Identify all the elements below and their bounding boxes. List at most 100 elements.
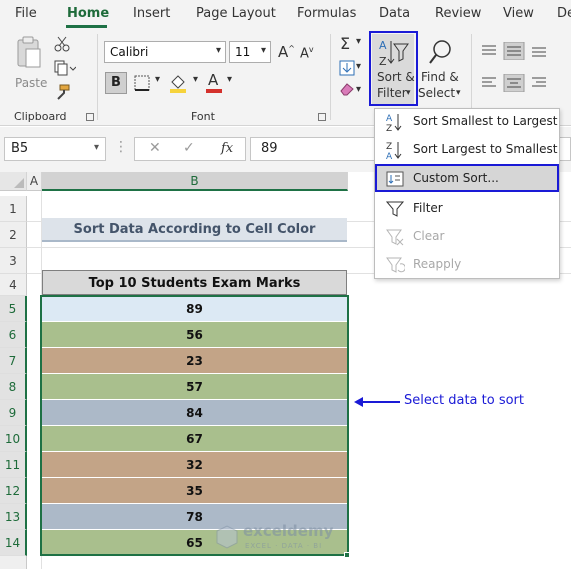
column-header-b[interactable]: B: [42, 172, 348, 191]
font-name-select[interactable]: Calibri ▾: [104, 41, 226, 63]
paste-icon: [17, 36, 41, 68]
sort-filter-menu: A Z Sort Smallest to Largest Z A Sort La…: [374, 108, 560, 279]
group-divider: [330, 34, 331, 120]
chevron-down-icon[interactable]: ▾: [356, 36, 361, 47]
mark-cell[interactable]: 84: [42, 400, 347, 426]
menu-item-sort-ascending[interactable]: A Z Sort Smallest to Largest: [375, 109, 559, 135]
insert-function-icon[interactable]: fx: [221, 141, 233, 156]
chevron-down-icon[interactable]: ▾: [193, 74, 198, 85]
tab-developer[interactable]: De: [557, 6, 571, 21]
magnifier-icon: [429, 40, 451, 64]
tab-page-layout[interactable]: Page Layout: [196, 6, 276, 21]
decrease-font-icon[interactable]: Av: [300, 45, 314, 61]
menu-item-label: Reapply: [413, 257, 462, 271]
row-header[interactable]: 3: [0, 248, 27, 274]
font-color-icon[interactable]: A: [205, 70, 223, 94]
svg-text:Z: Z: [386, 124, 392, 132]
tab-insert[interactable]: Insert: [133, 6, 170, 21]
clipboard-launcher-icon[interactable]: [86, 113, 94, 121]
font-name-value: Calibri: [110, 45, 149, 59]
vertical-align-icons[interactable]: [480, 42, 570, 60]
column-header-a[interactable]: A: [27, 172, 42, 191]
chevron-down-icon[interactable]: ▾: [227, 74, 232, 85]
menu-bar: File Home Insert Page Layout Formulas Da…: [0, 0, 571, 28]
tab-data[interactable]: Data: [379, 6, 410, 21]
increase-font-icon[interactable]: A^: [278, 43, 295, 61]
mark-cell[interactable]: 23: [42, 348, 347, 374]
enter-icon[interactable]: ✓: [183, 140, 195, 156]
bold-label: B: [111, 75, 121, 90]
row-header[interactable]: 7: [0, 348, 27, 374]
clear-filter-icon: [386, 229, 404, 246]
cancel-icon[interactable]: ✕: [149, 140, 161, 156]
row-header[interactable]: 12: [0, 478, 27, 504]
chevron-down-icon[interactable]: ▾: [356, 84, 361, 95]
font-launcher-icon[interactable]: [318, 113, 326, 121]
tab-view[interactable]: View: [503, 6, 534, 21]
row-header[interactable]: 8: [0, 374, 27, 400]
bold-button[interactable]: B: [105, 72, 127, 94]
find-select-label-2: Select: [418, 86, 456, 100]
row-header[interactable]: 2: [0, 222, 27, 248]
mark-cell[interactable]: 89: [42, 296, 347, 322]
tab-review[interactable]: Review: [435, 6, 481, 21]
select-all-corner[interactable]: [0, 172, 27, 191]
fill-down-icon[interactable]: [339, 60, 355, 76]
chevron-down-icon: ▾: [260, 45, 266, 56]
sort-ascending-icon: A Z: [386, 114, 402, 132]
table-header-cell[interactable]: Top 10 Students Exam Marks: [42, 270, 347, 295]
tab-formulas[interactable]: Formulas: [297, 6, 356, 21]
tab-home[interactable]: Home: [67, 6, 109, 21]
menu-item-label: Clear: [413, 229, 445, 243]
format-painter-icon[interactable]: [54, 84, 70, 100]
paste-button[interactable]: Paste: [12, 34, 48, 96]
row-header[interactable]: 13: [0, 504, 27, 530]
row-header[interactable]: 14: [0, 530, 27, 556]
menu-item-sort-descending[interactable]: Z A Sort Largest to Smallest: [375, 137, 559, 163]
name-box[interactable]: B5 ▾: [4, 137, 106, 161]
svg-text:A: A: [386, 114, 393, 124]
font-size-select[interactable]: 11 ▾: [229, 41, 271, 63]
watermark-mark: [216, 525, 238, 549]
drag-handle-icon[interactable]: ⋮: [114, 139, 128, 155]
mark-cell[interactable]: 67: [42, 426, 347, 452]
title-cell[interactable]: Sort Data According to Cell Color: [42, 218, 347, 242]
name-box-value: B5: [11, 141, 29, 156]
menu-item-label: Sort Smallest to Largest: [413, 114, 558, 128]
row-header[interactable]: 9: [0, 400, 27, 426]
row-header[interactable]: 11: [0, 452, 27, 478]
svg-text:A: A: [386, 152, 393, 160]
mark-cell[interactable]: 32: [42, 452, 347, 478]
eraser-icon[interactable]: [339, 82, 355, 96]
autosum-icon[interactable]: Σ: [340, 34, 350, 53]
row-header[interactable]: 10: [0, 426, 27, 452]
fill-color-icon[interactable]: [168, 72, 190, 94]
menu-item-filter[interactable]: Filter: [375, 196, 559, 222]
find-select-button[interactable]: Find & Select ▾: [418, 34, 464, 104]
font-color-glyph: A: [208, 71, 219, 89]
row-header[interactable]: 5: [0, 296, 27, 322]
row-header[interactable]: 6: [0, 322, 27, 348]
menu-item-clear: Clear: [375, 224, 559, 250]
mark-cell[interactable]: 35: [42, 478, 347, 504]
chevron-down-icon: ▾: [456, 88, 461, 98]
mark-cell[interactable]: 56: [42, 322, 347, 348]
menu-item-reapply: Reapply: [375, 252, 559, 278]
paste-label: Paste: [15, 76, 48, 90]
tab-file[interactable]: File: [15, 6, 37, 21]
chevron-down-icon[interactable]: ▾: [155, 74, 160, 85]
group-divider: [97, 34, 98, 120]
cut-icon[interactable]: [54, 36, 70, 52]
row-header[interactable]: 4: [0, 274, 27, 296]
menu-item-label: Sort Largest to Smallest: [413, 142, 558, 156]
formula-controls: ✕ ✓ fx: [134, 137, 246, 161]
chevron-down-icon[interactable]: ▾: [356, 61, 361, 72]
copy-icon[interactable]: [54, 60, 76, 76]
row-header[interactable]: 1: [0, 196, 27, 222]
annotation-text: Select data to sort: [404, 393, 525, 408]
mark-cell[interactable]: 57: [42, 374, 347, 400]
menu-item-label: Filter: [413, 201, 443, 215]
border-icon[interactable]: [133, 74, 151, 92]
font-color-swatch: [206, 89, 222, 93]
horizontal-align-icons[interactable]: [480, 74, 570, 92]
